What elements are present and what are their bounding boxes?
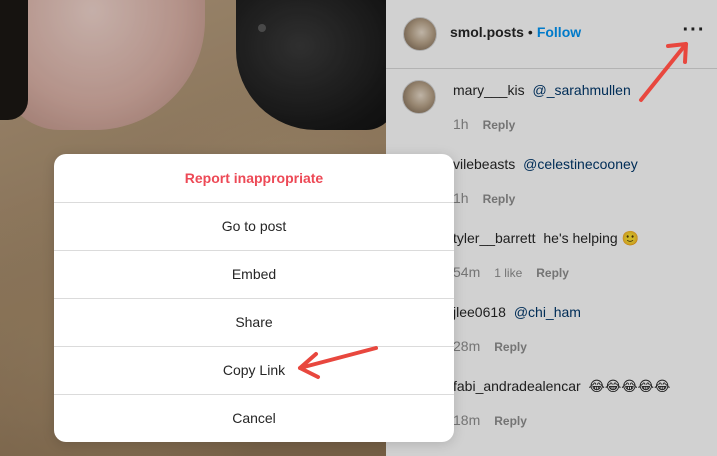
post-options-dialog: Report inappropriate Go to post Embed Sh…: [54, 154, 454, 442]
cancel-button[interactable]: Cancel: [54, 394, 454, 442]
share-button[interactable]: Share: [54, 298, 454, 346]
embed-button[interactable]: Embed: [54, 250, 454, 298]
copy-link-button[interactable]: Copy Link: [54, 346, 454, 394]
report-inappropriate-button[interactable]: Report inappropriate: [54, 154, 454, 202]
go-to-post-button[interactable]: Go to post: [54, 202, 454, 250]
